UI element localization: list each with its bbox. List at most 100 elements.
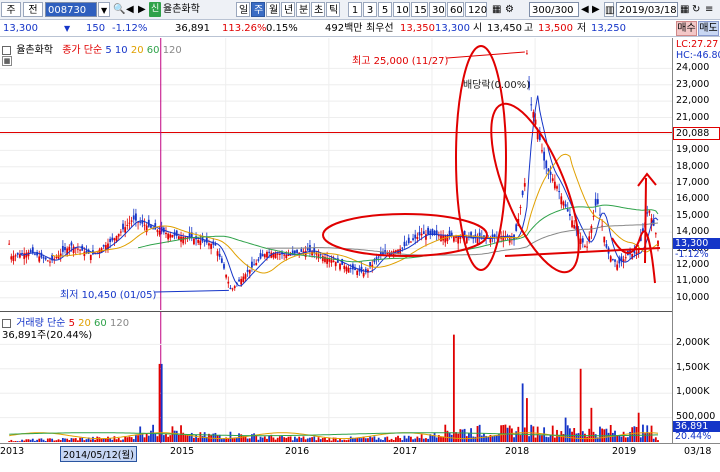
volume-bar [81,437,84,442]
interval-3[interactable]: 3 [363,2,377,17]
volume-bar [283,437,286,442]
interval-5[interactable]: 5 [378,2,392,17]
candle-body [46,260,49,262]
candle-body [240,278,243,285]
stock-name: 율촌화학 [163,4,200,15]
x-axis: 2013 2014/05/12(월) 2015 2016 2017 2018 2… [0,443,720,472]
candle-body [34,253,36,255]
period-month[interactable]: 월 [266,2,280,17]
interval-60[interactable]: 60 [447,2,464,17]
volume-bar [654,437,657,442]
volume-bar [74,438,77,442]
volume-bar [107,436,109,442]
volume-bar [551,425,554,442]
cursor-date-label: 2014/05/12(월) [60,446,137,462]
chart-type-icon[interactable]: ▦ [492,2,502,17]
period-minute[interactable]: 분 [296,2,310,17]
candle-body [42,257,45,259]
stock-code-input[interactable]: 008730 [45,2,97,17]
interval-15[interactable]: 15 [411,2,428,17]
arrow-right-icon[interactable]: ▶ [138,2,148,17]
volume-bar [92,436,94,442]
period-week[interactable]: 주 [251,2,265,17]
volume-bar [259,436,262,442]
volume-bar [113,436,116,442]
candle-body [401,247,404,249]
candle-body [386,253,389,255]
volume-bar [360,438,363,442]
zoom-in-icon[interactable]: ▶ [592,2,602,17]
candle-body [128,222,131,224]
volume-bar [156,436,159,442]
volume-bar [384,437,387,442]
candle-body [412,238,414,241]
volume-panel[interactable]: 거래량 단순 5 20 60 120 36,891주(20.44%) [0,311,672,444]
volume-bar [23,440,26,442]
prev-select[interactable]: 전 [23,2,43,17]
volume-tick-label: 1,000K [676,386,710,398]
volume-bar [459,429,462,442]
price-tick-label: 19,000 [676,144,710,156]
candle-body [616,264,619,270]
refresh-icon[interactable]: ↻ [692,2,702,17]
settings-icon[interactable]: ⚙ [505,2,515,17]
interval-30[interactable]: 30 [429,2,446,17]
period-year[interactable]: 년 [281,2,295,17]
volume-bar [648,432,651,442]
x-tick-last: 03/18 [684,446,712,457]
candle-body [126,224,129,226]
zoom-out-icon[interactable]: ◀ [581,2,591,17]
candle-body [244,274,247,279]
volume-bar [416,436,419,442]
calendar-icon[interactable]: ▦ [680,2,690,17]
interval-120[interactable]: 120 [465,2,487,17]
period-day[interactable]: 일 [236,2,250,17]
price-tick-label: 17,000 [676,177,710,189]
menu-icon[interactable]: ≡ [705,2,715,17]
price-panel[interactable]: 율촌화학 종가 단순 5 10 20 60 120 ▦ 최고 25,000 (1… [0,38,672,310]
volume-bar [309,437,311,442]
volume-bar [167,436,170,442]
volume-bar [382,440,384,442]
arrow-left-icon[interactable]: ◀ [126,2,136,17]
date-input[interactable]: 2019/03/18 [616,2,678,17]
candle-body [541,150,543,152]
buy-button[interactable]: 매수 [676,21,697,36]
sell-button[interactable]: 매도 [698,21,719,36]
candle-body [167,233,170,240]
candle-body [566,209,569,212]
period-second[interactable]: 초 [311,2,325,17]
volume-bar [44,440,47,442]
volume-bar [263,436,266,442]
candle-body [55,256,58,258]
price-tick-label: 23,000 [676,78,710,90]
candle-body [646,212,649,214]
volume-bar [330,440,333,442]
price-tick-label: 16,000 [676,193,710,205]
grid-toggle-icon[interactable]: ▥ [604,2,614,17]
interval-1[interactable]: 1 [348,2,362,17]
market-select[interactable]: 주 [1,2,21,17]
code-dropdown-icon[interactable]: ▼ [98,2,110,17]
volume-bar [14,440,17,442]
grid-icon[interactable]: ▦ [2,56,12,66]
candle-body [459,236,462,239]
price-tick-label: 15,000 [676,209,710,221]
volume-bar [85,439,88,442]
x-tick-2013: 2013 [0,446,25,457]
volume-bar [61,437,64,442]
candle-body [556,186,558,189]
period-tick[interactable]: 틱 [326,2,340,17]
volume-bar [541,435,543,442]
candle-body [8,243,11,245]
volume-bar [637,412,640,442]
interval-10[interactable]: 10 [393,2,410,17]
data-count-input[interactable]: 300/300 [529,2,579,17]
current-price-tag: 13,300 [673,238,720,249]
max-price-label: 최고 25,000 (11/27) [352,56,449,67]
price-panel-toggle-icon[interactable] [2,45,11,55]
search-icon[interactable]: 🔍 [113,2,125,17]
volume-bar [130,437,133,442]
y-axis: LC:27.27 HC:-46.80 24,000 23,000 22,000 21,… [672,38,720,443]
price-legend: 율촌화학 종가 단순 5 10 20 60 120 [2,41,182,56]
